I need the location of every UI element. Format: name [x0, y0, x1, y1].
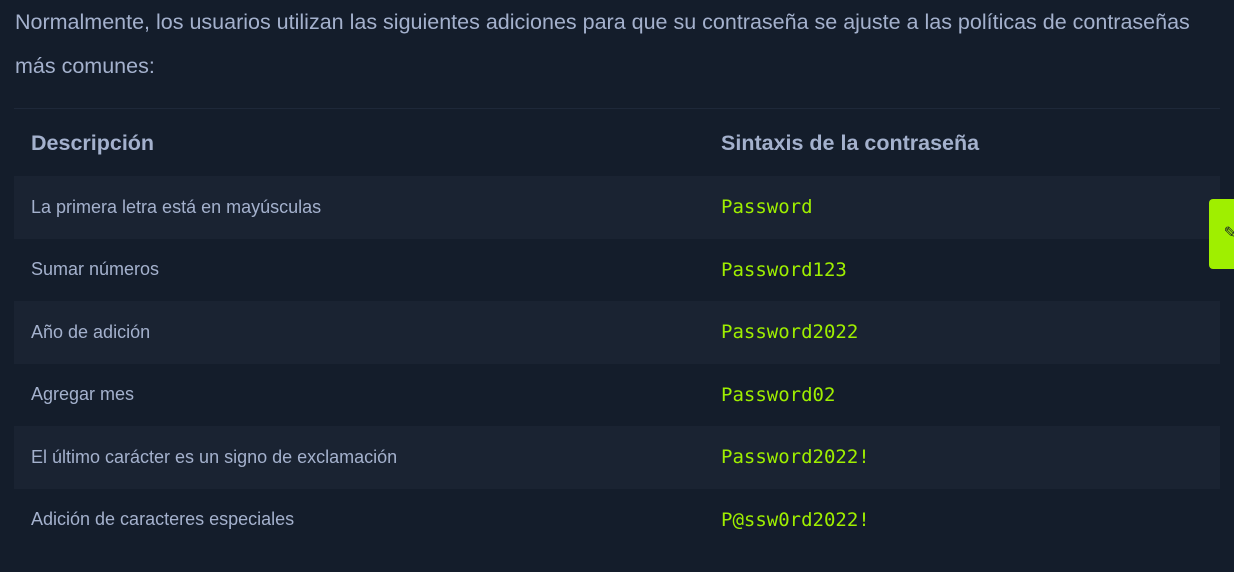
header-description: Descripción: [31, 130, 155, 155]
row-description: Sumar números: [31, 259, 160, 280]
row-syntax: Password: [721, 196, 813, 219]
edit-side-tab[interactable]: ✎: [1209, 199, 1234, 269]
table-row: El último carácter es un signo de exclam…: [14, 426, 1220, 489]
row-syntax: Password02: [721, 383, 836, 406]
row-description: El último carácter es un signo de exclam…: [31, 446, 398, 467]
table-row: Agregar mes Password02: [14, 364, 1220, 427]
header-syntax: Sintaxis de la contraseña: [721, 130, 980, 155]
row-description: Adición de caracteres especiales: [31, 509, 295, 530]
row-syntax: P@ssw0rd2022!: [721, 508, 870, 531]
table-row: La primera letra está en mayúsculas Pass…: [14, 176, 1220, 239]
row-syntax: Password123: [721, 258, 847, 281]
row-syntax: Password2022: [721, 321, 859, 344]
password-patterns-table: Descripción Sintaxis de la contraseña La…: [14, 110, 1220, 551]
row-description: La primera letra está en mayúsculas: [31, 196, 322, 217]
table-row: Adición de caracteres especiales P@ssw0r…: [14, 489, 1220, 552]
table-header: Descripción Sintaxis de la contraseña: [14, 110, 1220, 176]
table-top-divider: [14, 108, 1220, 109]
intro-paragraph: Normalmente, los usuarios utilizan las s…: [15, 10, 1190, 78]
pencil-icon: ✎: [1223, 225, 1234, 242]
table-row: Sumar números Password123: [14, 239, 1220, 302]
row-syntax: Password2022!: [721, 446, 870, 469]
row-description: Año de adición: [31, 321, 151, 342]
row-description: Agregar mes: [31, 384, 135, 405]
table-row: Año de adición Password2022: [14, 301, 1220, 364]
